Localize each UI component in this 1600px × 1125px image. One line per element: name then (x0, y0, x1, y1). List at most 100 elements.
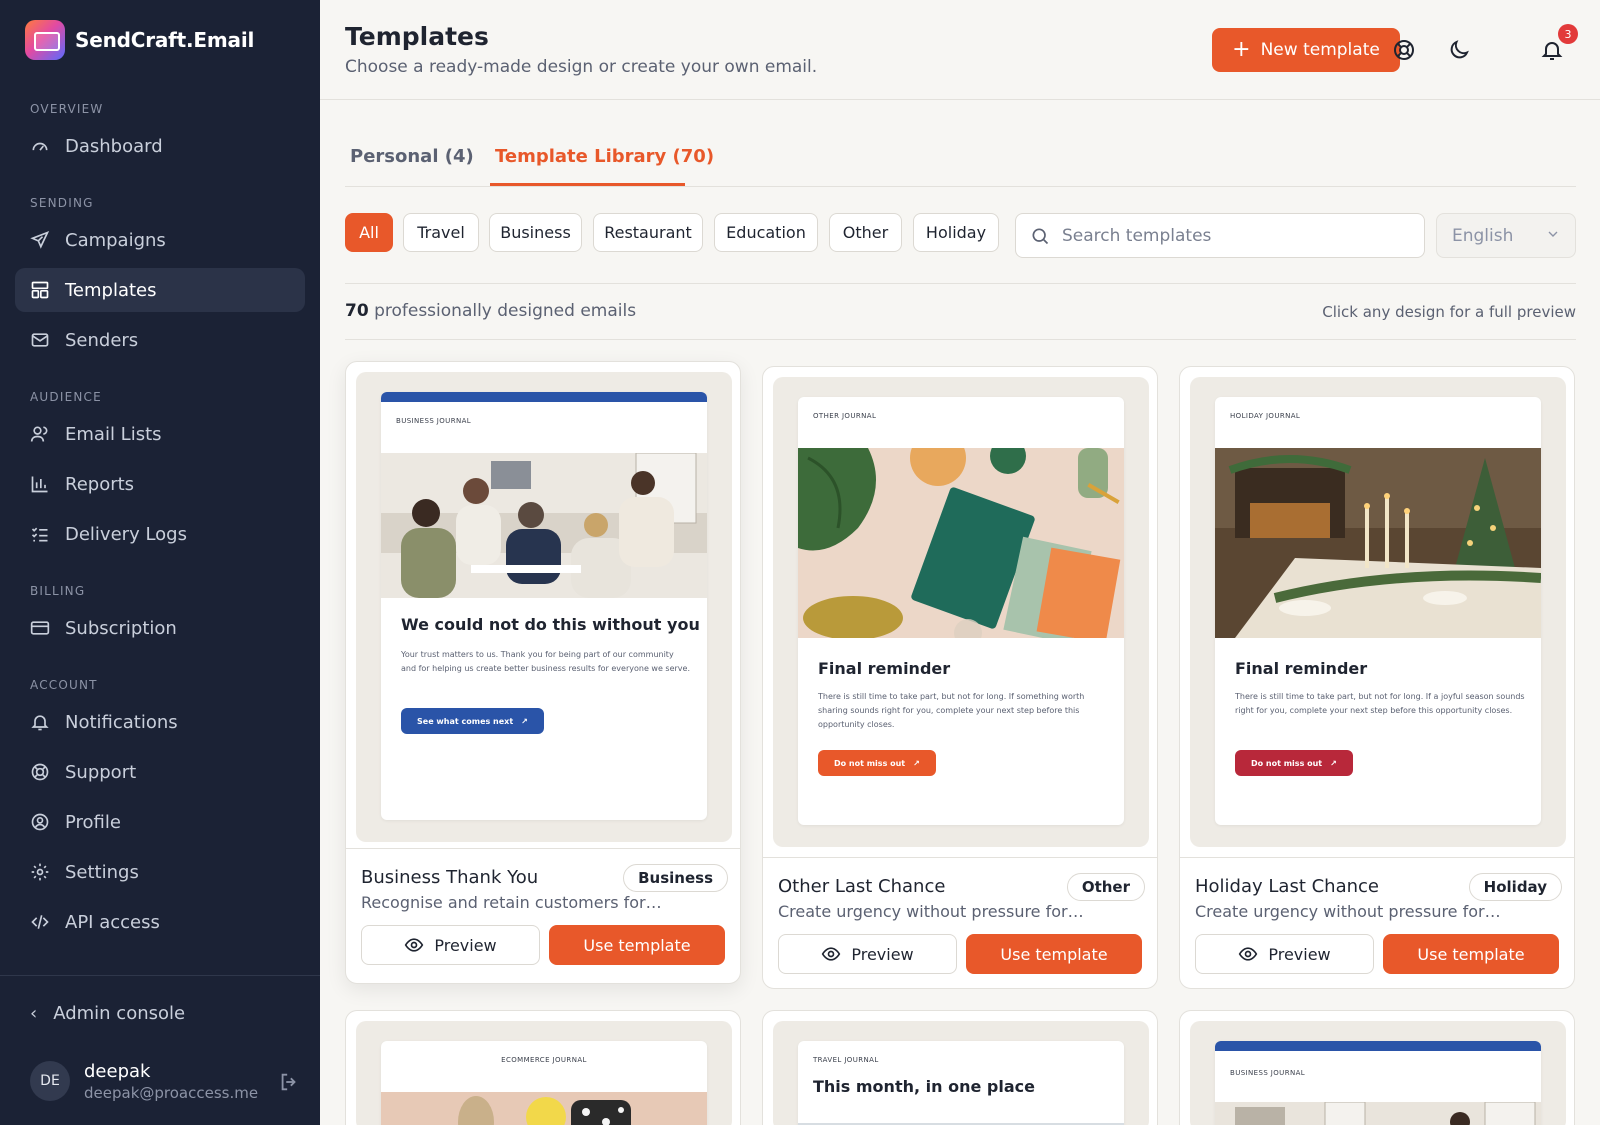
bell-icon[interactable] (1540, 38, 1564, 62)
email-journal-label: BUSINESS JOURNAL (1230, 1069, 1306, 1077)
email-journal-label: TRAVEL JOURNAL (813, 1056, 879, 1064)
avatar[interactable]: DE (30, 1061, 70, 1101)
template-name: Holiday Last Chance (1195, 876, 1379, 897)
template-tabs: Personal (4) Template Library (70) (345, 140, 1576, 187)
template-thumbnail[interactable]: BUSINESS JOURNAL We could not do this wi… (356, 372, 732, 842)
chevron-left-icon: ‹ (30, 1002, 38, 1024)
template-card-ecommerce[interactable]: ECOMMERCE JOURNAL (345, 1010, 741, 1125)
code-icon (31, 915, 49, 929)
results-count: 70 professionally designed emails (345, 301, 636, 321)
bar-chart-icon (31, 476, 48, 493)
sidebar-item-templates[interactable]: Templates (15, 268, 305, 312)
section-audience: AUDIENCE (30, 390, 102, 404)
tab-personal[interactable]: Personal (4) (350, 146, 474, 167)
user-email: deepak@proaccess.me (84, 1083, 259, 1102)
template-thumbnail[interactable]: OTHER JOURNAL Final reminder There is st… (773, 377, 1149, 847)
users-icon (30, 426, 48, 442)
email-cta-label: Do not miss out (834, 758, 906, 768)
template-description: Recognise and retain customers for… (361, 893, 662, 912)
search-icon (1032, 228, 1049, 244)
preview-button[interactable]: Preview (1195, 934, 1374, 974)
sidebar-item-support[interactable]: Support (15, 750, 305, 794)
sidebar-item-delivery-logs[interactable]: Delivery Logs (15, 512, 305, 556)
category-tag: Other (1066, 873, 1145, 901)
checklist-icon (31, 527, 48, 542)
email-body: Your trust matters to us. Thank you for … (401, 650, 691, 673)
use-template-button[interactable]: Use template (549, 925, 725, 965)
sidebar-item-profile[interactable]: Profile (15, 800, 305, 844)
lifebuoy-icon[interactable] (1392, 38, 1416, 62)
filter-chip-travel[interactable]: Travel (403, 213, 479, 252)
hero-image-office (1215, 1102, 1541, 1125)
template-card-business-2[interactable]: BUSINESS JOURNAL (1179, 1010, 1575, 1125)
preview-button[interactable]: Preview (778, 934, 957, 974)
brand[interactable]: SendCraft.Email (25, 20, 254, 60)
use-template-button[interactable]: Use template (1383, 934, 1559, 974)
sidebar-item-email-lists[interactable]: Email Lists (15, 412, 305, 456)
user-circle-icon (31, 813, 49, 831)
sidebar-item-label: Dashboard (65, 135, 163, 157)
results-count-suffix: professionally designed emails (374, 301, 637, 321)
sidebar-item-senders[interactable]: Senders (15, 318, 305, 362)
sidebar-item-notifications[interactable]: Notifications (15, 700, 305, 744)
card-footer: Other Last Chance Create urgency without… (763, 857, 1157, 988)
notification-count-badge: 3 (1558, 24, 1578, 44)
template-thumbnail[interactable]: HOLIDAY JOURNAL Final reminder There is … (1190, 377, 1566, 847)
page-header: Templates Choose a ready-made design or … (320, 0, 1600, 100)
sidebar-item-label: Settings (65, 861, 139, 883)
filter-chip-education[interactable]: Education (714, 213, 818, 252)
template-name: Business Thank You (361, 867, 539, 888)
moon-icon[interactable] (1447, 38, 1471, 62)
search-box (1015, 213, 1425, 258)
template-description: Create urgency without pressure for… (1195, 902, 1501, 921)
sidebar-item-settings[interactable]: Settings (15, 850, 305, 894)
preview-button[interactable]: Preview (361, 925, 540, 965)
template-card-other-last-chance[interactable]: OTHER JOURNAL Final reminder There is st… (762, 366, 1158, 989)
results-count-number: 70 (345, 301, 369, 321)
template-description: Create urgency without pressure for… (778, 902, 1084, 921)
search-input[interactable] (1062, 225, 1402, 246)
logout-icon[interactable] (278, 1071, 300, 1093)
sidebar-item-subscription[interactable]: Subscription (15, 606, 305, 650)
template-thumbnail[interactable]: BUSINESS JOURNAL (1190, 1021, 1566, 1125)
user-account: DE deepak deepak@proaccess.me (30, 1053, 300, 1109)
template-thumbnail[interactable]: TRAVEL JOURNAL This month, in one place (773, 1021, 1149, 1125)
email-journal-label: OTHER JOURNAL (813, 412, 877, 420)
use-template-button[interactable]: Use template (966, 934, 1142, 974)
card-footer: Business Thank You Recognise and retain … (346, 848, 740, 983)
template-card-business-thank-you[interactable]: BUSINESS JOURNAL We could not do this wi… (345, 361, 741, 984)
arrow-up-right-icon: ↗ (521, 716, 528, 726)
template-card-travel[interactable]: TRAVEL JOURNAL This month, in one place (762, 1010, 1158, 1125)
language-select[interactable]: English (1436, 213, 1576, 258)
filter-chip-business[interactable]: Business (489, 213, 582, 252)
tab-template-library[interactable]: Template Library (70) (495, 146, 714, 167)
new-template-button[interactable]: + New template (1212, 28, 1400, 72)
sidebar-item-label: Subscription (65, 617, 177, 639)
filter-chip-all[interactable]: All (345, 213, 393, 252)
template-card-holiday-last-chance[interactable]: HOLIDAY JOURNAL Final reminder There is … (1179, 366, 1575, 989)
sidebar-item-api-access[interactable]: API access (15, 900, 305, 944)
template-thumbnail[interactable]: ECOMMERCE JOURNAL (356, 1021, 732, 1125)
hero-image-office-team (381, 453, 707, 598)
user-name: deepak (84, 1060, 151, 1082)
preview-label: Preview (434, 935, 497, 955)
admin-console-link[interactable]: ‹ Admin console (30, 996, 185, 1030)
email-title: This month, in one place (813, 1077, 1035, 1096)
email-journal-label: HOLIDAY JOURNAL (1230, 412, 1301, 420)
email-preview: HOLIDAY JOURNAL Final reminder There is … (1215, 397, 1541, 825)
filter-chip-other[interactable]: Other (829, 213, 902, 252)
filter-chip-holiday[interactable]: Holiday (913, 213, 999, 252)
gauge-icon (32, 142, 48, 151)
page-title: Templates (345, 22, 489, 51)
hero-image-stationery (798, 448, 1124, 638)
hero-image-products (381, 1092, 707, 1125)
hero-image-holiday-dinner (1215, 448, 1541, 638)
filter-chip-restaurant[interactable]: Restaurant (593, 213, 703, 252)
sidebar-divider (0, 975, 320, 976)
eye-icon (1239, 947, 1258, 961)
email-cta-button: Do not miss out ↗ (1235, 750, 1353, 776)
email-title: Final reminder (1235, 659, 1368, 678)
sidebar-item-dashboard[interactable]: Dashboard (15, 124, 305, 168)
sidebar-item-reports[interactable]: Reports (15, 462, 305, 506)
sidebar-item-campaigns[interactable]: Campaigns (15, 218, 305, 262)
